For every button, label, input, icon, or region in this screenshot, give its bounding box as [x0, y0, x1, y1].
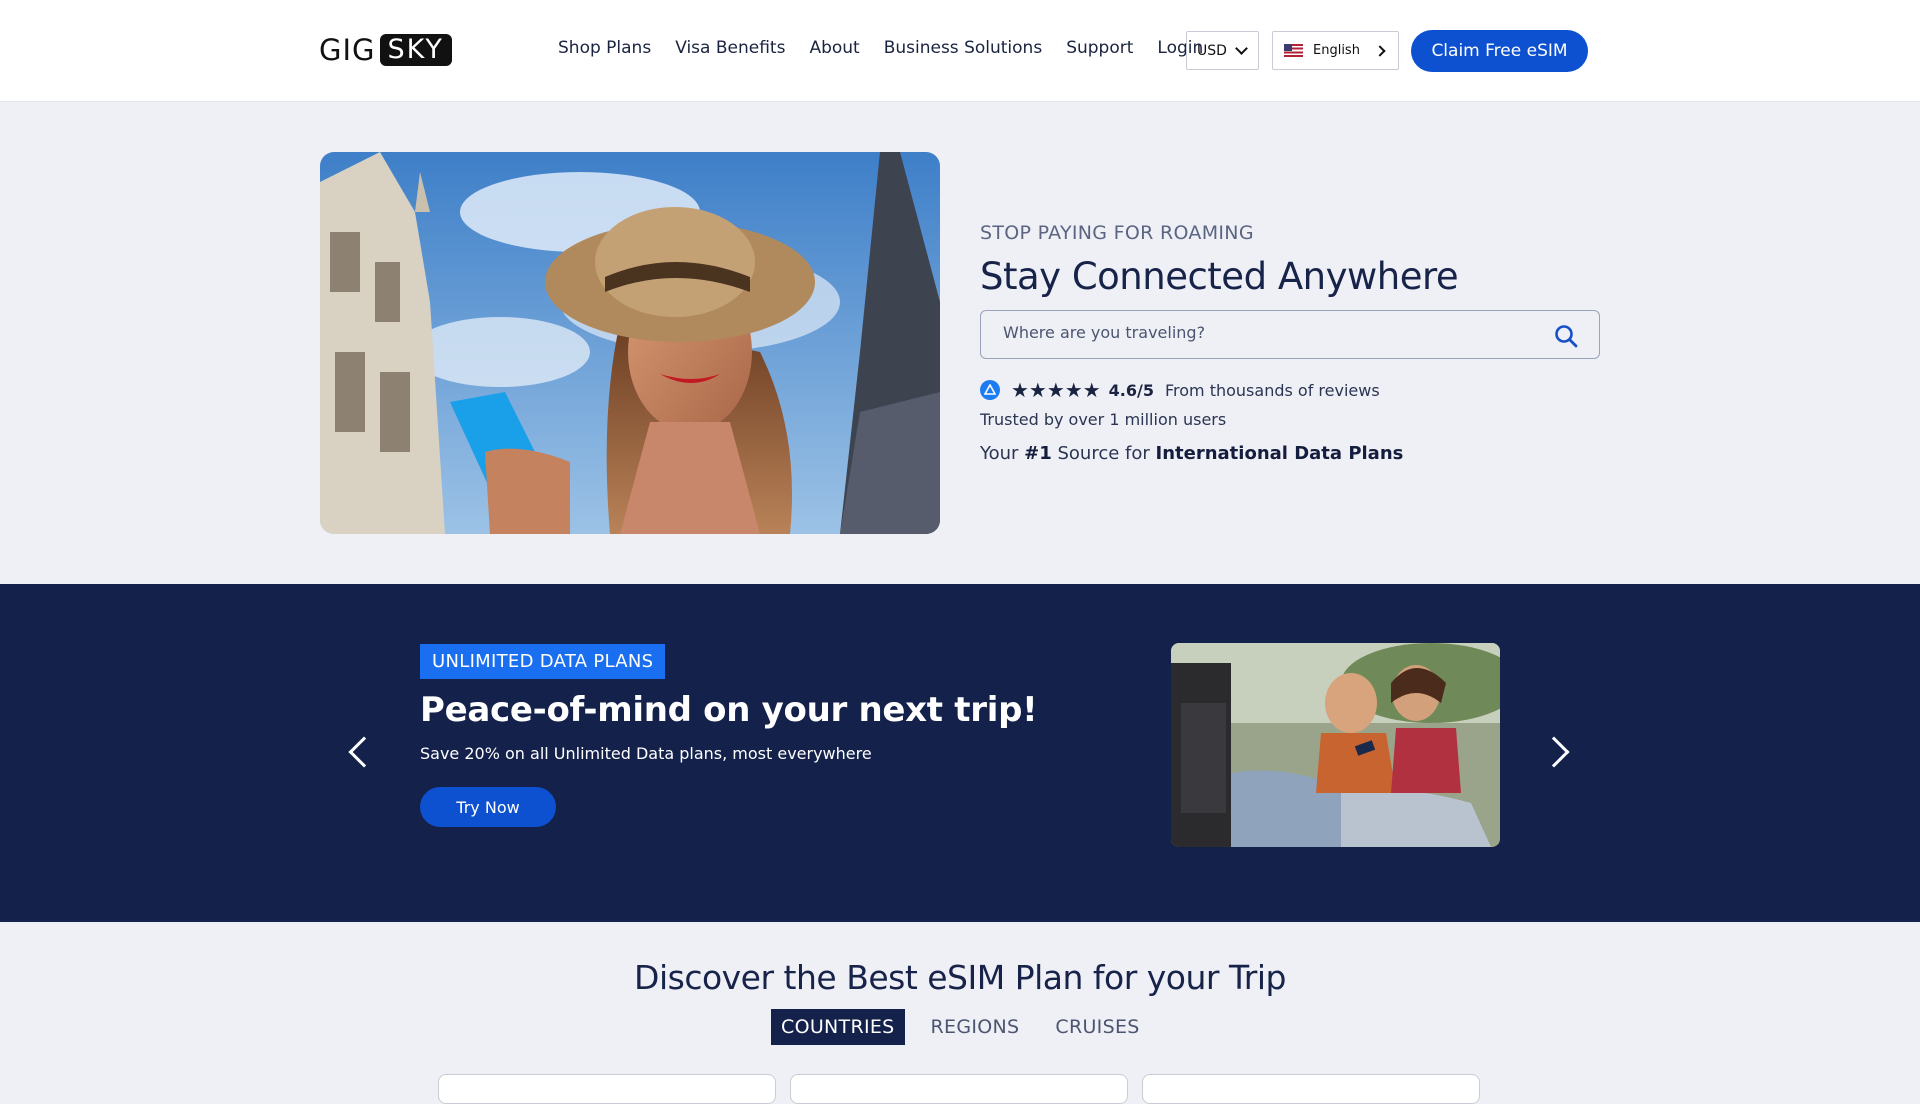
- nav-visa-benefits[interactable]: Visa Benefits: [675, 38, 785, 58]
- rating-row: ★★★★★ 4.6/5 From thousands of reviews: [980, 378, 1380, 402]
- plan-tabs: COUNTRIES REGIONS CRUISES: [771, 1009, 1166, 1045]
- nav-business-solutions[interactable]: Business Solutions: [884, 38, 1042, 58]
- trusted-text: Trusted by over 1 million users: [980, 410, 1227, 429]
- promo-subtitle: Save 20% on all Unlimited Data plans, mo…: [420, 744, 872, 763]
- promo-tag: UNLIMITED DATA PLANS: [420, 644, 666, 679]
- promo-carousel: [0, 584, 1920, 922]
- chevron-down-icon: [1235, 42, 1248, 55]
- source-mid: Source for: [1051, 443, 1156, 464]
- source-prefix: Your: [980, 443, 1025, 464]
- app-store-icon: [980, 380, 1000, 400]
- rating-score: 4.6/5: [1108, 380, 1154, 400]
- nav-support[interactable]: Support: [1066, 38, 1133, 58]
- plan-card[interactable]: [1142, 1074, 1480, 1104]
- search-icon[interactable]: [1553, 323, 1579, 349]
- hero-image: [320, 152, 940, 534]
- destination-search-input[interactable]: [1003, 323, 1523, 342]
- tab-regions[interactable]: REGIONS: [921, 1009, 1030, 1045]
- hero-title: Stay Connected Anywhere: [980, 255, 1459, 298]
- currency-value: USD: [1197, 42, 1227, 59]
- tab-cruises[interactable]: CRUISES: [1045, 1009, 1149, 1045]
- top-navbar: GIG SKY Shop Plans Visa Benefits About B…: [0, 0, 1920, 102]
- tab-countries[interactable]: COUNTRIES: [771, 1009, 905, 1045]
- rating-reviews: From thousands of reviews: [1164, 380, 1380, 400]
- nav-about[interactable]: About: [809, 38, 859, 58]
- source-emphasis: International Data Plans: [1155, 443, 1404, 464]
- language-value: English: [1313, 43, 1360, 58]
- main-menu: Shop Plans Visa Benefits About Business …: [558, 38, 1227, 58]
- plan-card[interactable]: [438, 1074, 776, 1104]
- hero-eyebrow: STOP PAYING FOR ROAMING: [980, 222, 1254, 244]
- source-rank: #1: [1024, 443, 1052, 464]
- star-rating: ★★★★★: [1011, 378, 1101, 402]
- try-now-button[interactable]: Try Now: [420, 787, 556, 827]
- currency-select[interactable]: USD: [1186, 31, 1259, 70]
- source-text: Your #1 Source for International Data Pl…: [980, 443, 1403, 464]
- us-flag-icon: [1284, 44, 1303, 57]
- nav-shop-plans[interactable]: Shop Plans: [558, 38, 651, 58]
- chevron-right-icon: [1374, 45, 1386, 57]
- promo-image: [1171, 643, 1500, 847]
- promo-title: Peace-of-mind on your next trip!: [420, 690, 1038, 730]
- discover-title: Discover the Best eSIM Plan for your Tri…: [634, 958, 1286, 997]
- language-select[interactable]: English: [1272, 31, 1399, 70]
- plan-card[interactable]: [790, 1074, 1128, 1104]
- claim-free-esim-button[interactable]: Claim Free eSIM: [1411, 30, 1588, 72]
- gigsky-logo[interactable]: GIG SKY: [319, 33, 477, 67]
- destination-search: [980, 310, 1600, 359]
- logo-text-gig: GIG: [319, 33, 376, 67]
- logo-text-sky: SKY: [379, 34, 452, 66]
